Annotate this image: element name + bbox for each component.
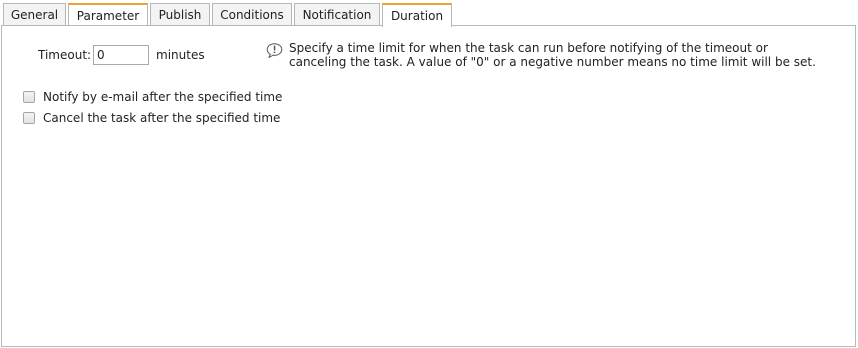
cancel-task-option[interactable]: Cancel the task after the specified time: [23, 111, 280, 125]
tab-conditions[interactable]: Conditions: [212, 3, 292, 26]
tab-label: Publish: [158, 8, 202, 22]
timeout-help-text: Specify a time limit for when the task c…: [289, 41, 816, 69]
tab-label: Duration: [390, 9, 444, 23]
notify-email-option[interactable]: Notify by e-mail after the specified tim…: [23, 90, 282, 104]
cancel-task-checkbox[interactable]: [23, 112, 35, 124]
tab-parameter[interactable]: Parameter: [68, 3, 148, 26]
cancel-task-label: Cancel the task after the specified time: [43, 111, 281, 125]
tab-label: Notification: [302, 8, 372, 22]
timeout-label: Timeout:: [38, 48, 92, 62]
timeout-input[interactable]: [93, 45, 149, 65]
tab-label: Parameter: [76, 8, 140, 23]
tab-label: Conditions: [220, 8, 284, 22]
tab-notification[interactable]: Notification: [294, 3, 380, 26]
duration-panel: Timeout: minutes Specify a time limit fo…: [1, 25, 856, 347]
timeout-unit-label: minutes: [156, 48, 205, 62]
tab-label: General: [10, 8, 59, 22]
task-properties-dialog: General Parameter Publish Conditions Not…: [0, 0, 858, 348]
info-bubble-icon: [266, 43, 283, 58]
tab-duration[interactable]: Duration: [382, 3, 452, 27]
tab-publish[interactable]: Publish: [150, 3, 210, 26]
notify-email-checkbox[interactable]: [23, 91, 35, 103]
notify-email-label: Notify by e-mail after the specified tim…: [43, 90, 283, 104]
tab-general[interactable]: General: [3, 3, 66, 26]
